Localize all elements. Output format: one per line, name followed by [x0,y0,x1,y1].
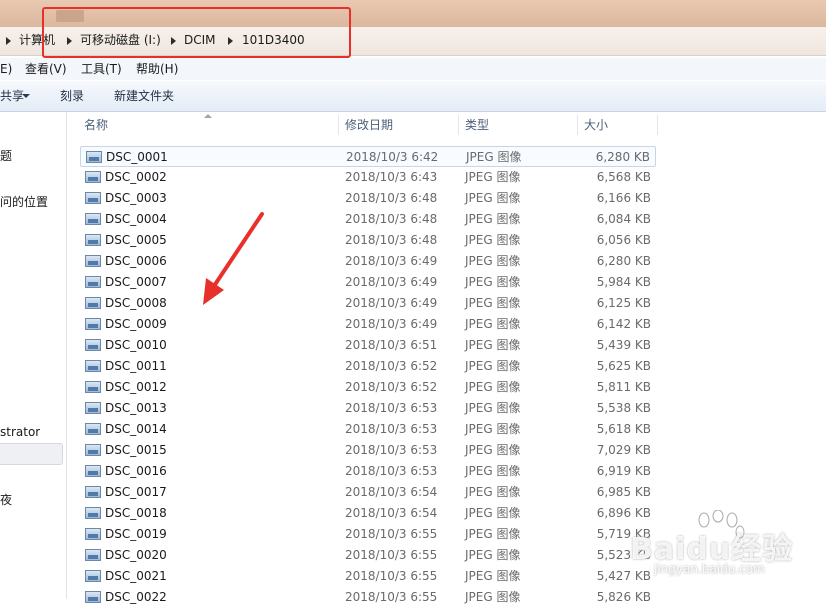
watermark-url: jingyan.baidu.com [654,562,765,576]
